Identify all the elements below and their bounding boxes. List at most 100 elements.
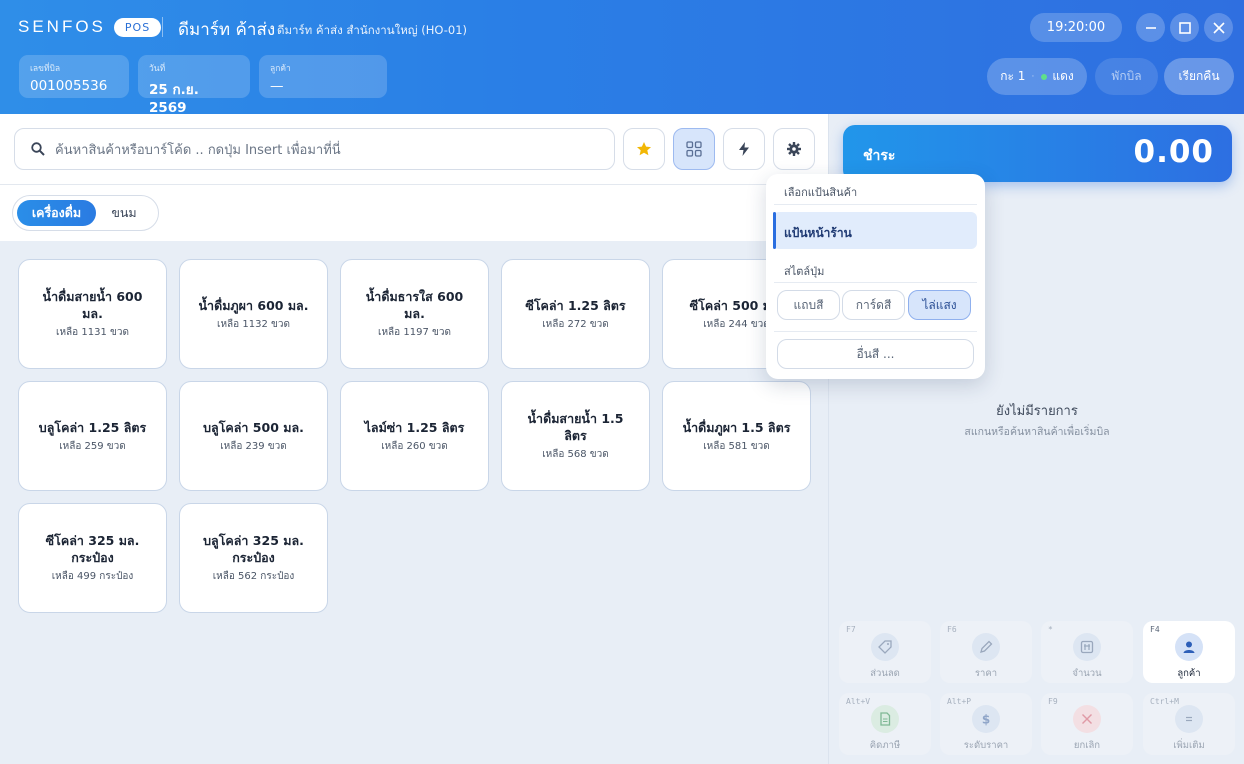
empty-cart-subtitle: สแกนหรือค้นหาสินค้าเพื่อเริ่มบิล [964,426,1110,438]
product-name: น้ำดื่มสายน้ำ 1.5 ลิตร [527,411,624,443]
product-stock: เหลือ 568 ขวด [542,449,609,460]
product-card[interactable]: ซีโคล่า 1.25 ลิตร เหลือ 272 ขวด [501,259,650,369]
search-input[interactable]: ค้นหาสินค้าหรือบาร์โค้ด .. กดปุ่ม Insert… [14,128,615,170]
cancel-key[interactable]: F9 ยกเลิก [1041,693,1133,755]
svg-text:$: $ [982,713,990,727]
dropdown-divider [774,331,977,332]
button-style-label: สไตล์ปุ่ม [784,265,825,278]
product-card[interactable]: ไลม์ซ่า 1.25 ลิตร เหลือ 260 ขวด [340,381,489,491]
dollar-icon: $ [972,705,1000,733]
key-label: ยกเลิก [1073,740,1101,751]
product-toolbar: ค้นหาสินค้าหรือบาร์โค้ด .. กดปุ่ม Insert… [0,114,828,241]
quick-button[interactable] [723,128,765,170]
key-label: เพิ่มเติม [1173,740,1205,751]
star-icon [637,142,651,156]
shift-separator: · [1031,71,1035,82]
shift-pill[interactable]: กะ 1 · แดง [987,58,1087,95]
product-name: ซีโคล่า 1.25 ลิตร [525,297,626,313]
close-button[interactable] [1204,13,1233,42]
dropdown-divider [774,204,977,205]
search-placeholder: ค้นหาสินค้าหรือบาร์โค้ด .. กดปุ่ม Insert… [55,142,341,158]
style-option-card[interactable]: การ์ดสี [842,290,905,320]
product-stock: เหลือ 272 ขวด [542,318,609,330]
app-header: SENFOS POS ดีมาร์ท ค้าส่ง ดีมาร์ท ค้าส่ง… [0,0,1244,116]
product-card[interactable]: น้ำดื่มภูผา 600 มล. เหลือ 1132 ขวด [179,259,328,369]
more-key[interactable]: Ctrl+M เพิ่มเติม [1143,693,1235,755]
price-key[interactable]: F6 ราคา [940,621,1032,683]
product-stock: เหลือ 581 ขวด [703,440,770,452]
product-stock: เหลือ 239 ขวด [220,440,287,452]
grid-icon [686,141,702,157]
product-card[interactable]: บลูโคล่า 500 มล. เหลือ 239 ขวด [179,381,328,491]
tab-drinks[interactable]: เครื่องดื่ม [17,200,96,226]
product-name: ซีโคล่า 325 มล. กระป๋อง [45,533,140,565]
hold-bill-button[interactable]: พักบิล [1095,58,1158,95]
more-colors-button[interactable]: อื่นสี ... [777,339,974,369]
key-shortcut: F6 [947,625,957,634]
keypad-option-storefront[interactable]: แป้นหน้าร้าน [773,212,977,249]
key-shortcut: Alt+V [846,697,871,706]
style-option-gradient[interactable]: ไล่แสง [908,290,971,320]
keypad-option-label: แป้นหน้าร้าน [784,226,852,240]
grid-view-button[interactable] [673,128,715,170]
maximize-button[interactable] [1170,13,1199,42]
store-name: ดีมาร์ท ค้าส่ง [178,20,276,40]
product-name: น้ำดื่มภูผา 600 มล. [198,297,309,313]
favorites-button[interactable] [623,128,665,170]
toolbar-divider [0,184,828,185]
settings-button[interactable] [773,128,815,170]
style-option-stripe[interactable]: แถบสี [777,290,840,320]
clock: 19:20:00 [1030,13,1122,42]
product-card[interactable]: น้ำดื่มภูผา 1.5 ลิตร เหลือ 581 ขวด [662,381,811,491]
product-name: น้ำดื่มสายน้ำ 600 มล. [42,289,143,321]
minimize-button[interactable] [1136,13,1165,42]
customer-label: ลูกค้า [270,64,291,74]
product-card[interactable]: น้ำดื่มสายน้ำ 1.5 ลิตร เหลือ 568 ขวด [501,381,650,491]
gear-icon [787,142,801,156]
quantity-key[interactable]: * จำนวน [1041,621,1133,683]
product-card[interactable]: น้ำดื่มธารใส 600 มล. เหลือ 1197 ขวด [340,259,489,369]
product-card[interactable]: บลูโคล่า 1.25 ลิตร เหลือ 259 ขวด [18,381,167,491]
tab-snacks[interactable]: ขนม [96,200,152,226]
close-icon [1212,21,1225,34]
pos-badge: POS [113,17,162,37]
product-name: ไลม์ซ่า 1.25 ลิตร [364,419,465,435]
product-stock: เหลือ 260 ขวด [381,440,448,452]
customer-key[interactable]: F4 ลูกค้า [1143,621,1235,683]
key-label: ลูกค้า [1177,668,1201,679]
key-shortcut: Alt+P [947,697,972,706]
bill-number-card: เลขที่บิล 001005536 [19,55,129,98]
product-stock: เหลือ 259 ขวด [59,440,126,452]
key-shortcut: Ctrl+M [1150,697,1179,706]
key-shortcut: F7 [846,625,856,634]
key-shortcut: * [1048,625,1053,634]
recall-bill-button[interactable]: เรียกคืน [1164,58,1234,95]
discount-key[interactable]: F7 ส่วนลด [839,621,931,683]
quantity-icon [1073,633,1101,661]
user-icon [1175,633,1203,661]
cashier-name: แดง [1052,69,1074,83]
key-label: คิดภาษี [869,740,901,751]
online-status-dot [1041,73,1048,80]
customer-card[interactable]: ลูกค้า — [259,55,387,98]
tax-key[interactable]: Alt+V คิดภาษี [839,693,931,755]
brand: SENFOS POS [18,17,162,37]
bill-number-label: เลขที่บิล [30,64,61,74]
key-label: ระดับราคา [963,740,1009,751]
pay-label: ชำระ [863,148,896,164]
date-label: วันที่ [149,64,166,74]
product-name: น้ำดื่มภูผา 1.5 ลิตร [682,419,791,435]
price-level-key[interactable]: Alt+P $ ระดับราคา [940,693,1032,755]
product-card[interactable]: ซีโคล่า 325 มล. กระป๋อง เหลือ 499 กระป๋อ… [18,503,167,613]
document-icon [871,705,899,733]
branch-name: ดีมาร์ท ค้าส่ง สำนักงานใหญ่ (HO-01) [277,23,468,37]
product-card[interactable]: บลูโคล่า 325 มล. กระป๋อง เหลือ 562 กระป๋… [179,503,328,613]
product-stock: เหลือ 1197 ขวด [378,327,451,338]
key-label: จำนวน [1072,668,1102,679]
product-name: บลูโคล่า 325 มล. กระป๋อง [203,533,304,565]
date-value: 25 ก.ย. 2569 [149,82,199,116]
dropdown-title: เลือกแป้นสินค้า [784,186,858,199]
product-card[interactable]: น้ำดื่มสายน้ำ 600 มล. เหลือ 1131 ขวด [18,259,167,369]
shift-label: กะ 1 [1000,69,1026,83]
key-shortcut: F4 [1150,625,1160,634]
